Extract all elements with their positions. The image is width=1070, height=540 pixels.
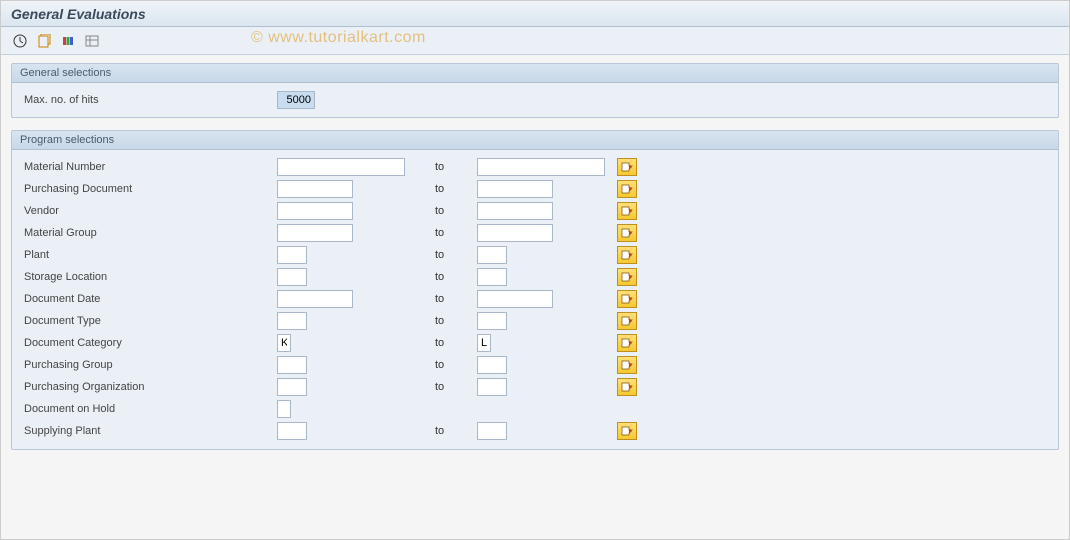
doccat-from-input[interactable] [277, 334, 291, 352]
docdate-from-input[interactable] [277, 290, 353, 308]
storageloc-to-input[interactable] [477, 268, 507, 286]
vendor-more-button[interactable] [617, 202, 637, 220]
to-label: to [435, 381, 477, 393]
row-docdate: Document Date to [22, 288, 1048, 310]
max-hits-input[interactable] [277, 91, 315, 109]
to-label: to [435, 271, 477, 283]
row-plant: Plant to [22, 244, 1048, 266]
storageloc-more-button[interactable] [617, 268, 637, 286]
storageloc-from-input[interactable] [277, 268, 307, 286]
purchgroup-to-input[interactable] [477, 356, 507, 374]
program-panel-header: Program selections [12, 131, 1058, 150]
docdate-label: Document Date [22, 293, 277, 305]
purchgroup-more-button[interactable] [617, 356, 637, 374]
matgroup-label: Material Group [22, 227, 277, 239]
title-bar: General Evaluations [1, 1, 1069, 27]
to-label: to [435, 205, 477, 217]
plant-more-button[interactable] [617, 246, 637, 264]
vendor-to-input[interactable] [477, 202, 553, 220]
matgroup-more-button[interactable] [617, 224, 637, 242]
dochold-input[interactable] [277, 400, 291, 418]
variant-button[interactable] [35, 32, 53, 50]
matgroup-from-input[interactable] [277, 224, 353, 242]
toolbar: © www.tutorialkart.com [1, 27, 1069, 55]
vendor-label: Vendor [22, 205, 277, 217]
dochold-label: Document on Hold [22, 403, 277, 415]
watermark-text: © www.tutorialkart.com [251, 29, 426, 47]
material-from-input[interactable] [277, 158, 405, 176]
doctype-from-input[interactable] [277, 312, 307, 330]
row-purchgroup: Purchasing Group to [22, 354, 1048, 376]
row-doccat: Document Category to [22, 332, 1048, 354]
row-material: Material Number to [22, 156, 1048, 178]
purchdoc-more-button[interactable] [617, 180, 637, 198]
purchorg-label: Purchasing Organization [22, 381, 277, 393]
row-dochold: Document on Hold [22, 398, 1048, 420]
to-label: to [435, 337, 477, 349]
doccat-to-input[interactable] [477, 334, 491, 352]
supplant-more-button[interactable] [617, 422, 637, 440]
page-title: General Evaluations [11, 6, 146, 22]
storageloc-label: Storage Location [22, 271, 277, 283]
purchgroup-from-input[interactable] [277, 356, 307, 374]
dynamic-sel-button[interactable] [83, 32, 101, 50]
matgroup-to-input[interactable] [477, 224, 553, 242]
plant-label: Plant [22, 249, 277, 261]
to-label: to [435, 425, 477, 437]
doccat-label: Document Category [22, 337, 277, 349]
program-selections-panel: Program selections Material Number to Pu… [11, 130, 1059, 450]
material-more-button[interactable] [617, 158, 637, 176]
row-vendor: Vendor to [22, 200, 1048, 222]
plant-from-input[interactable] [277, 246, 307, 264]
row-doctype: Document Type to [22, 310, 1048, 332]
purchdoc-to-input[interactable] [477, 180, 553, 198]
doctype-to-input[interactable] [477, 312, 507, 330]
to-label: to [435, 183, 477, 195]
plant-to-input[interactable] [477, 246, 507, 264]
execute-button[interactable] [11, 32, 29, 50]
vendor-from-input[interactable] [277, 202, 353, 220]
supplant-to-input[interactable] [477, 422, 507, 440]
general-selections-panel: General selections Max. no. of hits [11, 63, 1059, 118]
to-label: to [435, 315, 477, 327]
purchdoc-label: Purchasing Document [22, 183, 277, 195]
docdate-to-input[interactable] [477, 290, 553, 308]
to-label: to [435, 293, 477, 305]
purchdoc-from-input[interactable] [277, 180, 353, 198]
purchgroup-label: Purchasing Group [22, 359, 277, 371]
row-purchdoc: Purchasing Document to [22, 178, 1048, 200]
row-purchorg: Purchasing Organization to [22, 376, 1048, 398]
doctype-label: Document Type [22, 315, 277, 327]
purchorg-more-button[interactable] [617, 378, 637, 396]
selection-button[interactable] [59, 32, 77, 50]
material-to-input[interactable] [477, 158, 605, 176]
content-area: General selections Max. no. of hits Prog… [1, 55, 1069, 470]
supplant-from-input[interactable] [277, 422, 307, 440]
row-storageloc: Storage Location to [22, 266, 1048, 288]
material-label: Material Number [22, 161, 277, 173]
purchorg-to-input[interactable] [477, 378, 507, 396]
to-label: to [435, 161, 477, 173]
doctype-more-button[interactable] [617, 312, 637, 330]
row-supplant: Supplying Plant to [22, 420, 1048, 442]
to-label: to [435, 359, 477, 371]
to-label: to [435, 249, 477, 261]
row-matgroup: Material Group to [22, 222, 1048, 244]
docdate-more-button[interactable] [617, 290, 637, 308]
to-label: to [435, 227, 477, 239]
general-panel-header: General selections [12, 64, 1058, 83]
max-hits-label: Max. no. of hits [22, 94, 277, 106]
supplant-label: Supplying Plant [22, 425, 277, 437]
doccat-more-button[interactable] [617, 334, 637, 352]
purchorg-from-input[interactable] [277, 378, 307, 396]
